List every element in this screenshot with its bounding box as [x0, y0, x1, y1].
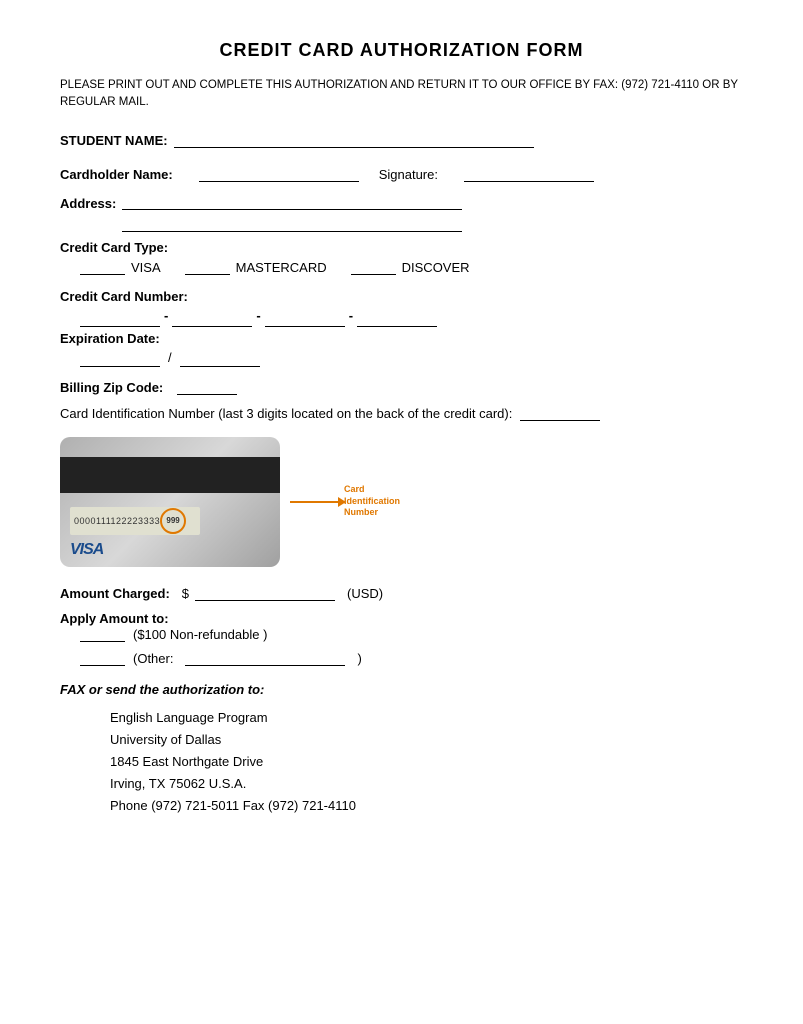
- discover-label: DISCOVER: [402, 260, 470, 275]
- instructions-text: PLEASE PRINT OUT AND COMPLETE THIS AUTHO…: [60, 77, 743, 112]
- address-line1-field[interactable]: [122, 194, 462, 210]
- cc-number-section: Credit Card Number: - - -: [60, 289, 743, 327]
- cc-number-field4[interactable]: [357, 311, 437, 327]
- card-id-arrow: [290, 501, 340, 503]
- card-number-display: 0000111122223333: [74, 516, 160, 526]
- card-id-annotation-label: Card Identification Number: [344, 484, 400, 519]
- student-name-field[interactable]: [174, 132, 534, 148]
- org-phone-fax: Phone (972) 721-5011 Fax (972) 721-4110: [110, 795, 743, 817]
- card-cvv-value: 999: [166, 516, 179, 525]
- expiry-separator: /: [168, 350, 172, 365]
- mastercard-checkbox[interactable]: [185, 259, 230, 275]
- cardholder-section: Cardholder Name: Signature:: [60, 166, 743, 182]
- apply-option2-row: (Other: ): [80, 650, 743, 666]
- apply-option2-checkbox[interactable]: [80, 650, 125, 666]
- mastercard-option: MASTERCARD: [185, 259, 327, 275]
- org-university: University of Dallas: [110, 729, 743, 751]
- apply-section: Apply Amount to: ($100 Non-refundable ) …: [60, 611, 743, 666]
- apply-option1-row: ($100 Non-refundable ): [80, 626, 743, 642]
- card-id-label: Card Identification Number (last 3 digit…: [60, 406, 512, 421]
- expiry-month-field[interactable]: [80, 351, 160, 367]
- card-id-arrow-annotation: Card Identification Number: [290, 484, 400, 519]
- currency-prefix: $: [182, 586, 189, 601]
- org-address: 1845 East Northgate Drive: [110, 751, 743, 773]
- apply-option2-prefix: (Other:: [133, 651, 173, 666]
- expiration-section: Expiration Date: /: [60, 331, 743, 367]
- student-name-label: STUDENT NAME:: [60, 133, 168, 148]
- apply-option2-suffix: ): [357, 651, 361, 666]
- separator2: -: [256, 308, 260, 323]
- signature-label: Signature:: [379, 167, 438, 182]
- cc-number-field2[interactable]: [172, 311, 252, 327]
- fax-title: FAX or send the authorization to:: [60, 682, 743, 697]
- address-lines: [122, 194, 462, 232]
- cc-type-section: Credit Card Type: VISA MASTERCARD DISCOV…: [60, 240, 743, 275]
- org-city: Irving, TX 75062 U.S.A.: [110, 773, 743, 795]
- card-id-section: Card Identification Number (last 3 digit…: [60, 405, 743, 421]
- signature-field[interactable]: [464, 166, 594, 182]
- address-label: Address:: [60, 194, 116, 211]
- apply-option1-label: ($100 Non-refundable ): [133, 627, 267, 642]
- org-name: English Language Program: [110, 707, 743, 729]
- card-id-field[interactable]: [520, 405, 600, 421]
- address-section: Address:: [60, 194, 743, 232]
- billing-zip-section: Billing Zip Code:: [60, 379, 743, 395]
- cc-number-field3[interactable]: [265, 311, 345, 327]
- amount-section: Amount Charged: $ (USD): [60, 585, 743, 601]
- cardholder-label: Cardholder Name:: [60, 167, 173, 182]
- currency-suffix: (USD): [347, 586, 383, 601]
- separator3: -: [349, 308, 353, 323]
- apply-option2-other-field[interactable]: [185, 650, 345, 666]
- student-name-section: STUDENT NAME:: [60, 132, 743, 148]
- card-magnetic-stripe: [60, 457, 280, 493]
- visa-checkbox[interactable]: [80, 259, 125, 275]
- visa-option: VISA: [80, 259, 161, 275]
- expiry-year-field[interactable]: [180, 351, 260, 367]
- billing-zip-field[interactable]: [177, 379, 237, 395]
- mailing-address: English Language Program University of D…: [110, 707, 743, 817]
- card-signature-strip: 0000111122223333 999: [70, 507, 200, 535]
- card-visual: 0000111122223333 999 VISA: [60, 437, 280, 567]
- card-brand-logo: VISA: [70, 541, 103, 559]
- card-image-container: 0000111122223333 999 VISA Card Identific…: [60, 437, 743, 567]
- cc-number-label: Credit Card Number:: [60, 289, 737, 304]
- billing-zip-label: Billing Zip Code:: [60, 380, 163, 395]
- amount-label: Amount Charged:: [60, 586, 170, 601]
- expiration-label: Expiration Date:: [60, 331, 737, 346]
- card-cvv-circle: 999: [160, 508, 186, 534]
- expiry-fields: /: [80, 350, 743, 367]
- cc-type-options: VISA MASTERCARD DISCOVER: [80, 259, 743, 275]
- cc-type-label: Credit Card Type:: [60, 240, 737, 255]
- amount-field[interactable]: [195, 585, 335, 601]
- card-with-annotation: 0000111122223333 999 VISA Card Identific…: [60, 437, 743, 567]
- card-bottom: 0000111122223333 999: [60, 499, 280, 543]
- fax-section: FAX or send the authorization to: Englis…: [60, 682, 743, 817]
- discover-option: DISCOVER: [351, 259, 470, 275]
- cardholder-name-field[interactable]: [199, 166, 359, 182]
- visa-label: VISA: [131, 260, 161, 275]
- apply-option1-checkbox[interactable]: [80, 626, 125, 642]
- address-line2-field[interactable]: [122, 216, 462, 232]
- apply-label: Apply Amount to:: [60, 611, 737, 626]
- cc-number-fields: - - -: [80, 308, 743, 327]
- separator1: -: [164, 308, 168, 323]
- cc-number-field1[interactable]: [80, 311, 160, 327]
- mastercard-label: MASTERCARD: [236, 260, 327, 275]
- discover-checkbox[interactable]: [351, 259, 396, 275]
- page-title: CREDIT CARD AUTHORIZATION FORM: [60, 40, 743, 61]
